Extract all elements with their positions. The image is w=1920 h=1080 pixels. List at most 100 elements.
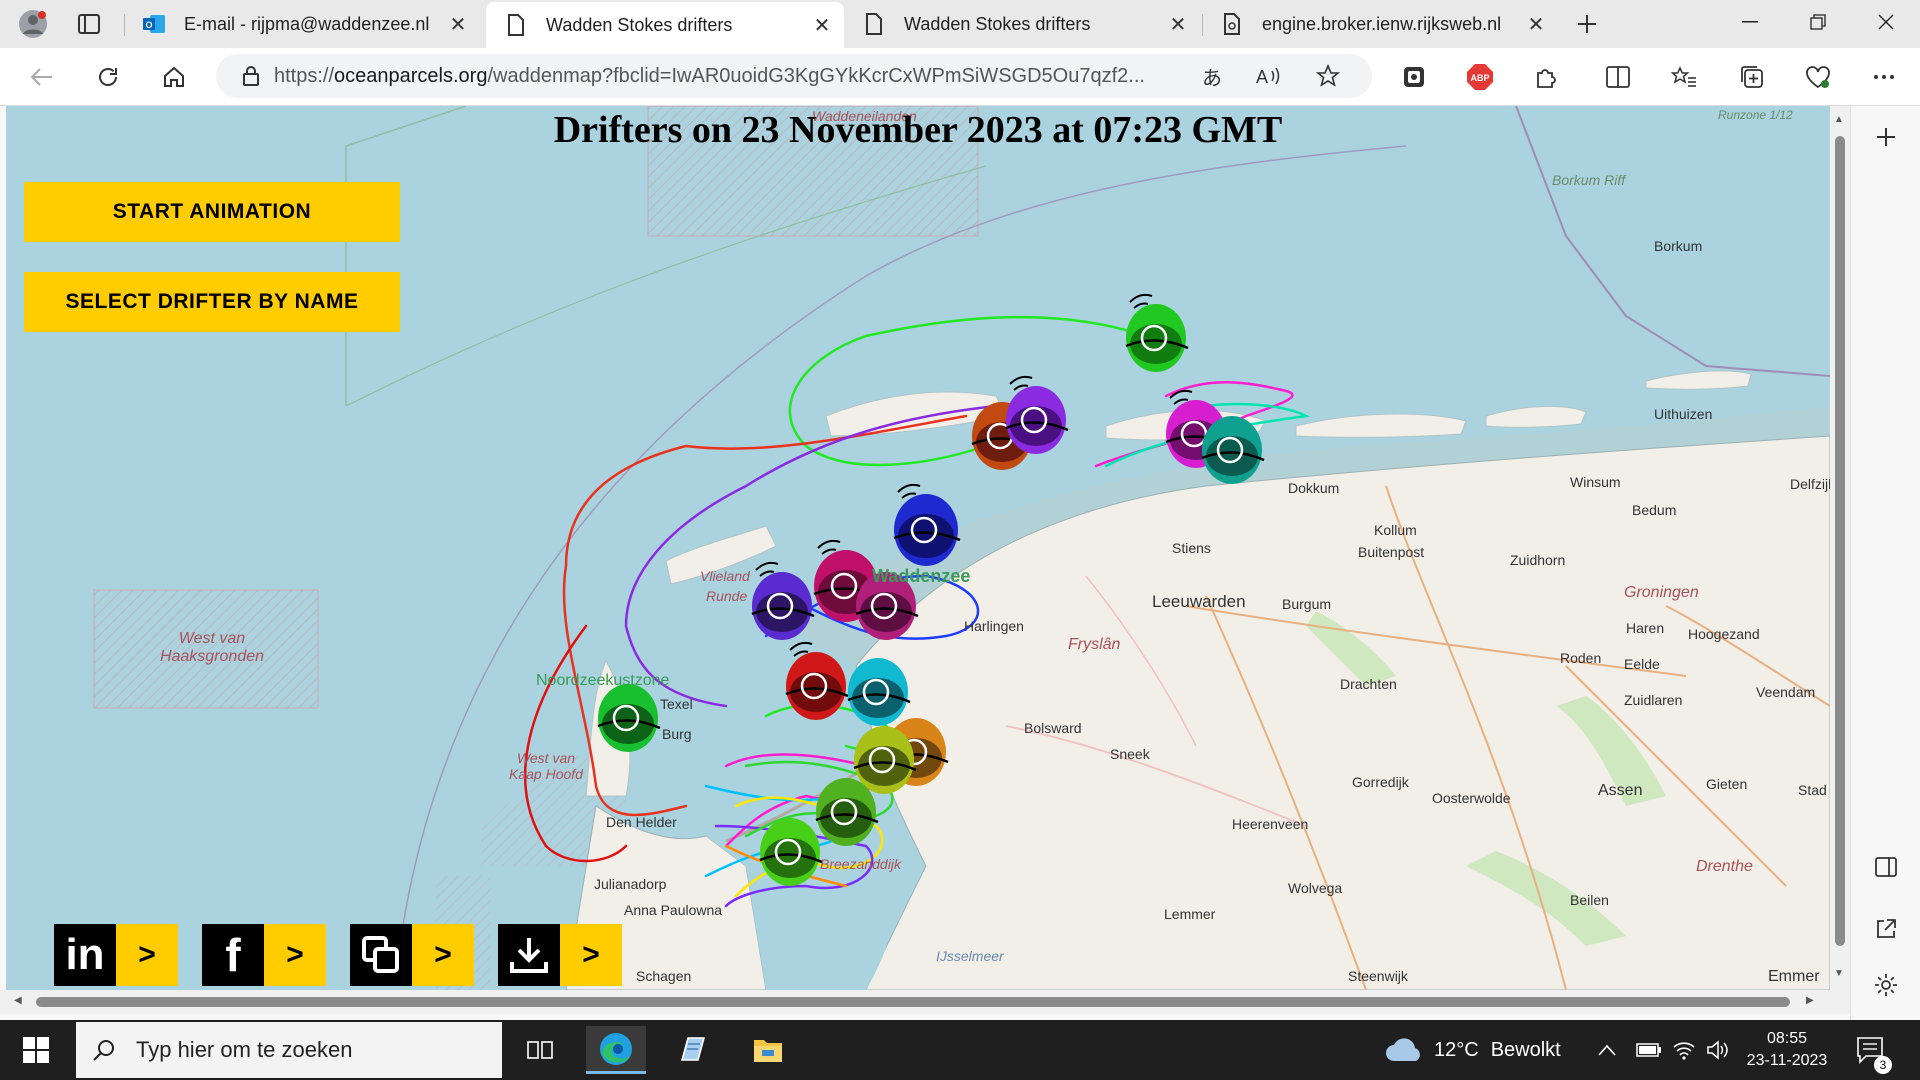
wifi-icon[interactable] — [1672, 1020, 1696, 1080]
map-label: Burg — [662, 726, 692, 742]
copy-icon[interactable] — [350, 924, 412, 986]
download-icon[interactable] — [498, 924, 560, 986]
horizontal-scrollbar[interactable]: ◀ ▶ — [0, 990, 1850, 1014]
tab-wadden-active[interactable]: Wadden Stokes drifters ✕ — [486, 2, 844, 48]
share-download[interactable]: > — [498, 924, 622, 986]
tab-email[interactable]: O E-mail - rijpma@waddenzee.nl ✕ — [124, 0, 480, 48]
share-facebook[interactable]: f > — [202, 924, 326, 986]
select-drifter-button[interactable]: SELECT DRIFTER BY NAME — [24, 272, 400, 332]
weather-temperature: 12°C — [1434, 1038, 1479, 1061]
close-tab-icon[interactable]: ✕ — [808, 13, 836, 38]
translate-icon[interactable]: あ — [1202, 62, 1222, 91]
favorite-star-icon[interactable] — [1316, 64, 1340, 88]
volume-icon[interactable] — [1706, 1020, 1730, 1080]
map-label: Runde — [706, 588, 748, 604]
facebook-icon[interactable]: f — [202, 924, 264, 986]
chevron-right-icon[interactable]: > — [560, 924, 622, 986]
split-screen-icon[interactable] — [1869, 850, 1903, 884]
extension-icon[interactable] — [1396, 60, 1432, 94]
page-icon — [504, 13, 528, 37]
battery-icon[interactable] — [1636, 1020, 1662, 1080]
favorites-icon[interactable] — [1666, 60, 1702, 94]
search-placeholder: Typ hier om te zoeken — [136, 1037, 353, 1062]
document-icon — [1220, 12, 1244, 36]
weather-condition: Bewolkt — [1490, 1038, 1561, 1061]
map-label: Stiens — [1172, 540, 1211, 556]
collections-icon[interactable] — [1734, 60, 1770, 94]
file-explorer-icon[interactable] — [738, 1026, 798, 1074]
close-tab-icon[interactable]: ✕ — [1522, 12, 1550, 37]
more-menu-icon[interactable] — [1866, 60, 1902, 94]
map-label: Veendam — [1756, 684, 1816, 700]
add-icon[interactable] — [1869, 120, 1903, 154]
scroll-up-icon[interactable]: ▲ — [1834, 114, 1844, 125]
map-label: Kollum — [1374, 522, 1417, 538]
notification-count-badge: 3 — [1874, 1056, 1892, 1074]
scroll-left-icon[interactable]: ◀ — [14, 995, 22, 1006]
web-page: Waddeneilanden Borkum Riff Borkum Uithui… — [6, 106, 1830, 990]
windows-start-icon[interactable] — [6, 1026, 66, 1074]
close-window-icon[interactable] — [1852, 0, 1920, 44]
map-label: Steenwijk — [1348, 968, 1408, 984]
notes-app-icon[interactable] — [662, 1026, 722, 1074]
clock-time: 08:55 — [1766, 1030, 1808, 1047]
scroll-thumb[interactable] — [1835, 136, 1845, 946]
map-label: Buitenpost — [1358, 544, 1425, 560]
notifications-icon[interactable]: 3 — [1856, 1020, 1892, 1080]
linkedin-icon[interactable]: in — [54, 924, 116, 986]
share-linkedin[interactable]: in > — [54, 924, 178, 986]
map-label: West van Haaksgronden — [159, 630, 265, 665]
tab-wadden[interactable]: Wadden Stokes drifters ✕ — [844, 0, 1200, 48]
read-aloud-icon[interactable]: A — [1256, 65, 1282, 87]
map-label: Haren — [1626, 620, 1665, 636]
close-tab-icon[interactable]: ✕ — [1164, 12, 1192, 37]
chevron-right-icon[interactable]: > — [116, 924, 178, 986]
taskbar-search-field[interactable]: Typ hier om te zoeken — [76, 1022, 502, 1078]
map-label: Wolvega — [1288, 880, 1343, 896]
page-title: Drifters on 23 November 2023 at 07:23 GM… — [553, 109, 1283, 151]
restore-icon[interactable] — [1784, 0, 1852, 44]
url-field[interactable]: https://oceanparcels.org/waddenmap?fbcli… — [216, 54, 1372, 98]
clock-date: 23-11-2023 — [1746, 1052, 1828, 1069]
scroll-down-icon[interactable]: ▼ — [1834, 968, 1844, 979]
chevron-right-icon[interactable]: > — [264, 924, 326, 986]
scroll-right-icon[interactable]: ▶ — [1806, 995, 1814, 1006]
start-animation-button[interactable]: START ANIMATION — [24, 182, 400, 242]
map-label: Assen — [1598, 782, 1643, 799]
tab-actions-icon[interactable] — [72, 8, 106, 40]
map-label: Burgum — [1282, 596, 1332, 612]
minimize-icon[interactable] — [1716, 0, 1784, 44]
outlook-icon: O — [142, 12, 166, 36]
edge-sidebar — [1850, 106, 1920, 1020]
map-label: Schagen — [636, 968, 692, 984]
map-label: Zuidhorn — [1510, 552, 1566, 568]
lock-icon[interactable] — [242, 65, 260, 87]
tab-engine-broker[interactable]: engine.broker.ienw.rijksweb.nl ✕ — [1202, 0, 1558, 48]
back-icon[interactable] — [24, 60, 60, 94]
close-tab-icon[interactable]: ✕ — [444, 12, 472, 37]
share-copy-link[interactable]: > — [350, 924, 474, 986]
settings-gear-icon[interactable] — [1869, 968, 1903, 1002]
map-label: Delfzijl — [1790, 476, 1830, 492]
clock[interactable]: 08:55 23-11-2023 — [1740, 1020, 1834, 1080]
extensions-puzzle-icon[interactable] — [1528, 60, 1564, 94]
scroll-thumb[interactable] — [36, 997, 1790, 1007]
open-external-icon[interactable] — [1869, 912, 1903, 946]
show-hidden-icons-icon[interactable] — [1598, 1020, 1616, 1080]
vertical-scrollbar[interactable]: ▲ ▼ — [1830, 106, 1850, 990]
home-icon[interactable] — [156, 60, 192, 94]
edge-taskbar-icon[interactable] — [586, 1026, 646, 1074]
new-tab-icon[interactable] — [1570, 8, 1604, 40]
map-label: Hoogezand — [1688, 626, 1760, 642]
browser-essentials-icon[interactable] — [1800, 60, 1836, 94]
split-screen-icon[interactable] — [1600, 60, 1636, 94]
task-view-icon[interactable] — [510, 1026, 570, 1074]
tab-strip: O E-mail - rijpma@waddenzee.nl ✕ Wadden … — [0, 0, 1920, 48]
refresh-icon[interactable] — [90, 60, 126, 94]
profile-avatar[interactable] — [16, 8, 50, 40]
map-label: IJsselmeer — [936, 948, 1004, 964]
weather-widget[interactable]: 12°C Bewolkt — [1384, 1020, 1561, 1080]
chevron-right-icon[interactable]: > — [412, 924, 474, 986]
tab-title: Wadden Stokes drifters — [904, 13, 1091, 34]
adblock-icon[interactable]: ABP — [1462, 60, 1498, 94]
